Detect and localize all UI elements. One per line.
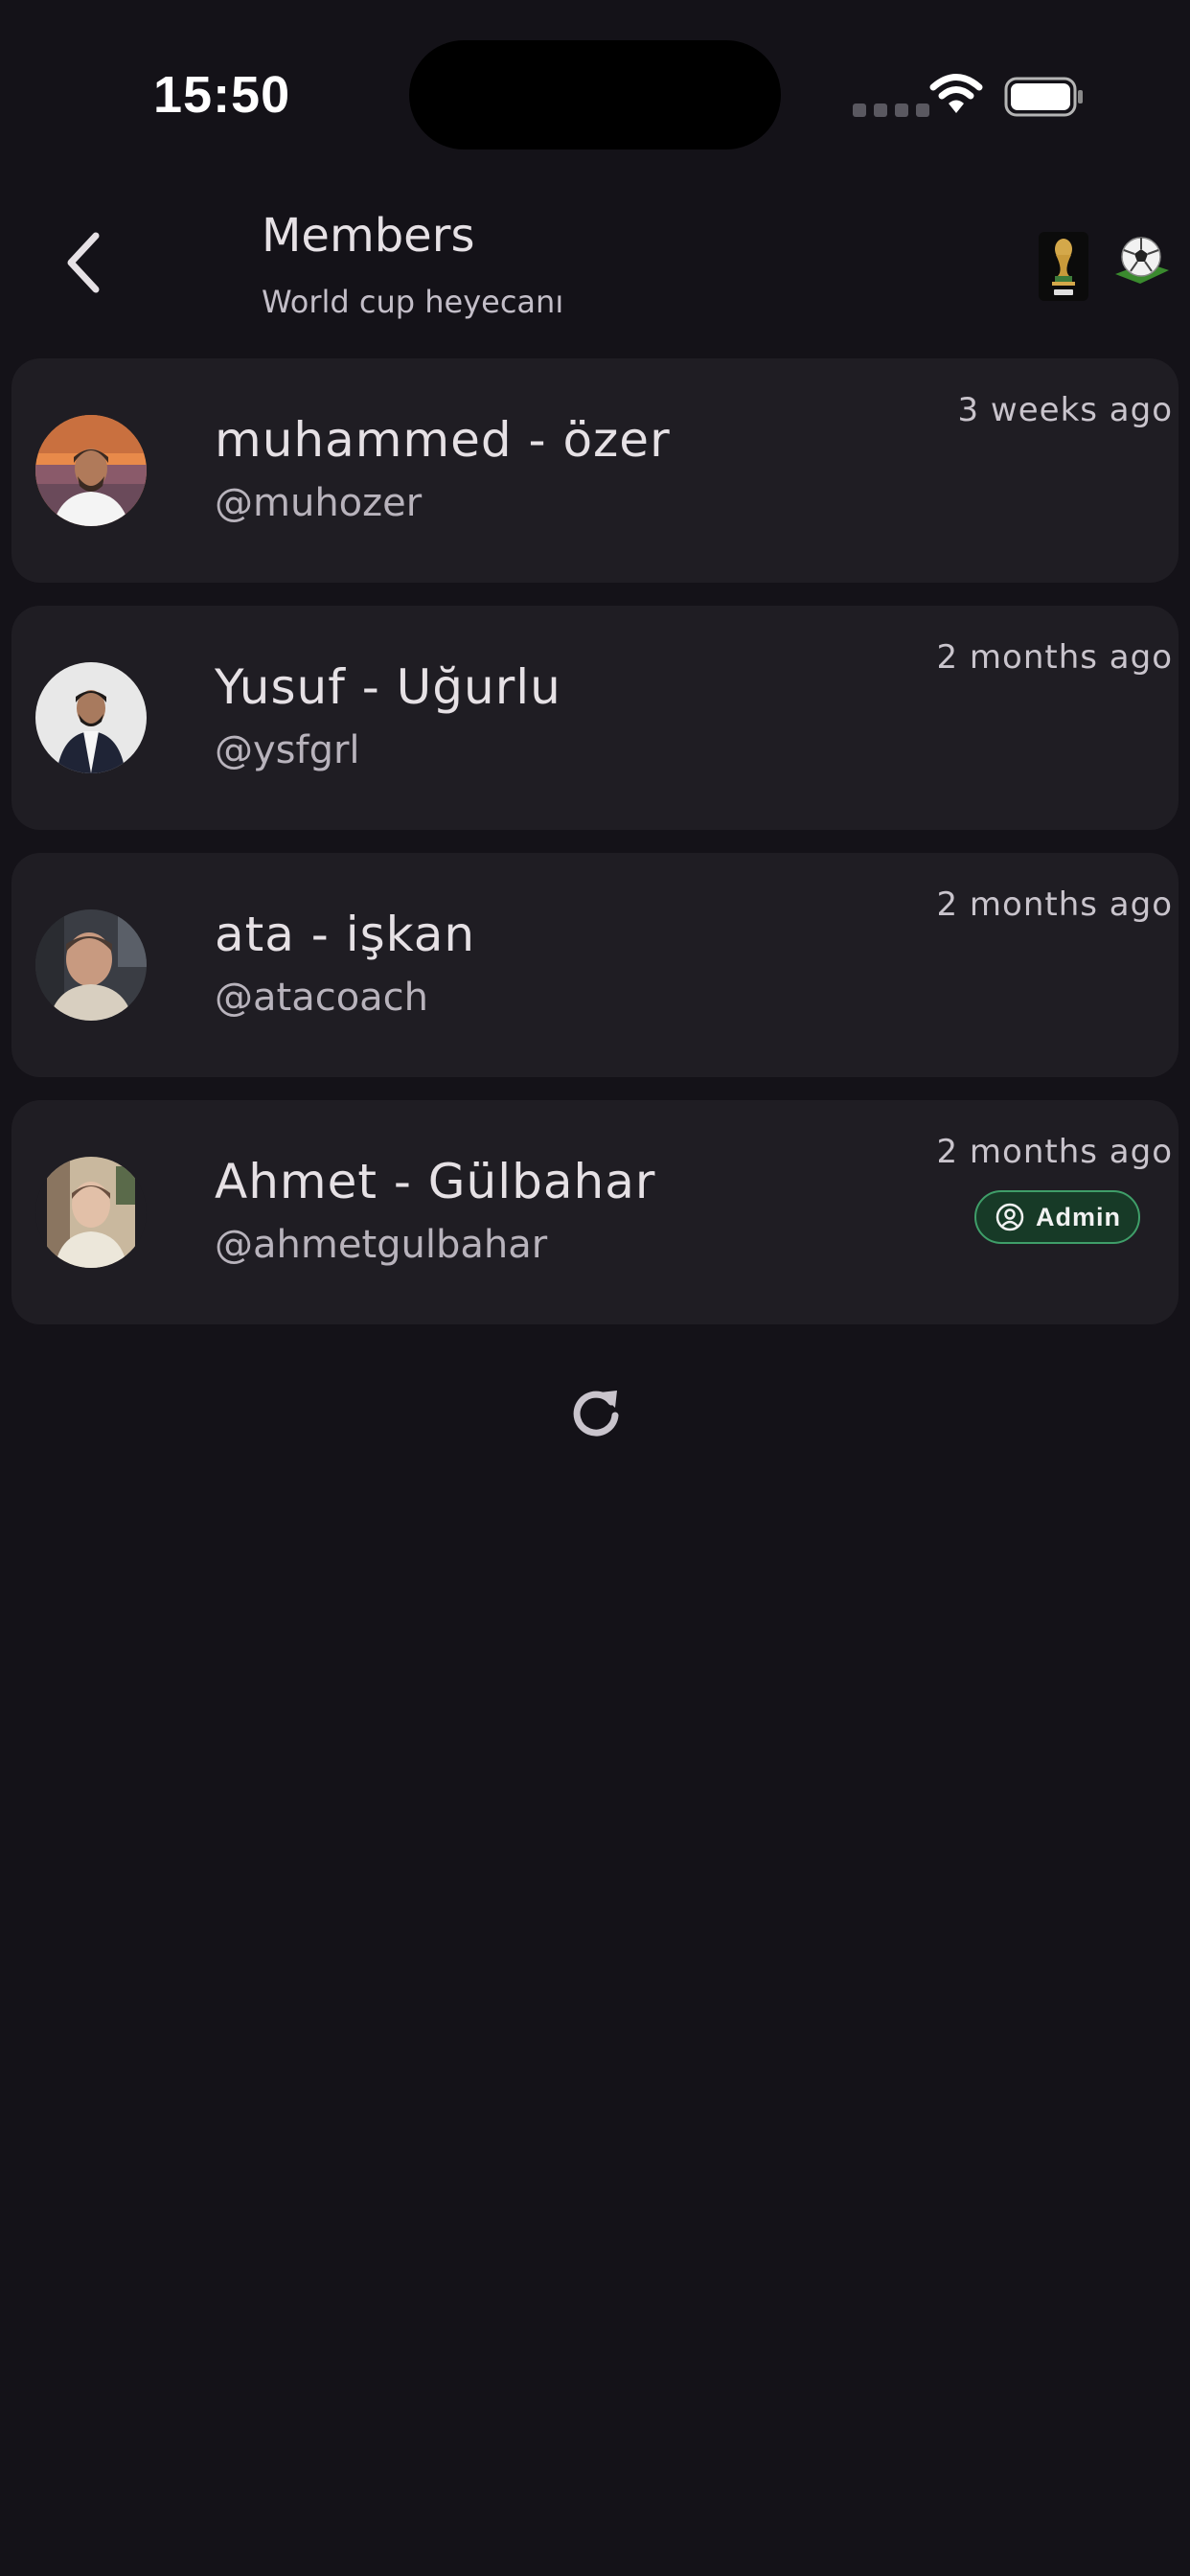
avatar[interactable] xyxy=(35,1157,147,1268)
refresh-icon xyxy=(573,1391,619,1437)
battery-icon xyxy=(1004,77,1083,117)
member-handle: @muhozer xyxy=(215,481,423,525)
soccer-ball-icon[interactable] xyxy=(1111,232,1171,291)
member-name: ata - işkan xyxy=(215,907,476,962)
member-joined-time: 2 months ago xyxy=(936,886,1173,924)
back-button[interactable] xyxy=(54,226,111,299)
member-handle: @ahmetgulbahar xyxy=(215,1223,548,1267)
member-handle: @atacoach xyxy=(215,976,429,1020)
member-card[interactable]: muhammed - özer @muhozer 3 weeks ago xyxy=(11,358,1179,583)
avatar[interactable] xyxy=(35,909,147,1021)
admin-badge: Admin xyxy=(974,1190,1140,1244)
cellular-signal-icon xyxy=(853,104,929,117)
member-card[interactable]: ata - işkan @atacoach 2 months ago xyxy=(11,853,1179,1077)
wifi-icon xyxy=(929,74,983,113)
page-subtitle: World cup heyecanı xyxy=(262,284,564,320)
admin-user-icon xyxy=(995,1203,1024,1231)
page-title: Members xyxy=(262,209,475,263)
member-joined-time: 3 weeks ago xyxy=(957,391,1173,429)
back-chevron-icon xyxy=(67,232,100,293)
member-card[interactable]: Ahmet - Gülbahar @ahmetgulbahar 2 months… xyxy=(11,1100,1179,1324)
member-joined-time: 2 months ago xyxy=(936,638,1173,677)
avatar[interactable] xyxy=(35,662,147,773)
member-name: muhammed - özer xyxy=(215,412,671,468)
status-bar-time: 15:50 xyxy=(153,66,291,124)
member-name: Yusuf - Uğurlu xyxy=(215,659,561,715)
member-handle: @ysfgrl xyxy=(215,728,360,772)
member-joined-time: 2 months ago xyxy=(936,1133,1173,1171)
avatar[interactable] xyxy=(35,415,147,526)
member-card[interactable]: Yusuf - Uğurlu @ysfgrl 2 months ago xyxy=(11,606,1179,830)
dynamic-island xyxy=(409,40,781,150)
admin-badge-label: Admin xyxy=(1036,1202,1121,1231)
refresh-button[interactable] xyxy=(565,1383,627,1444)
world-cup-trophy-icon[interactable] xyxy=(1039,232,1088,301)
member-name: Ahmet - Gülbahar xyxy=(215,1154,656,1209)
member-list: muhammed - özer @muhozer 3 weeks ago Yus… xyxy=(11,358,1179,1347)
